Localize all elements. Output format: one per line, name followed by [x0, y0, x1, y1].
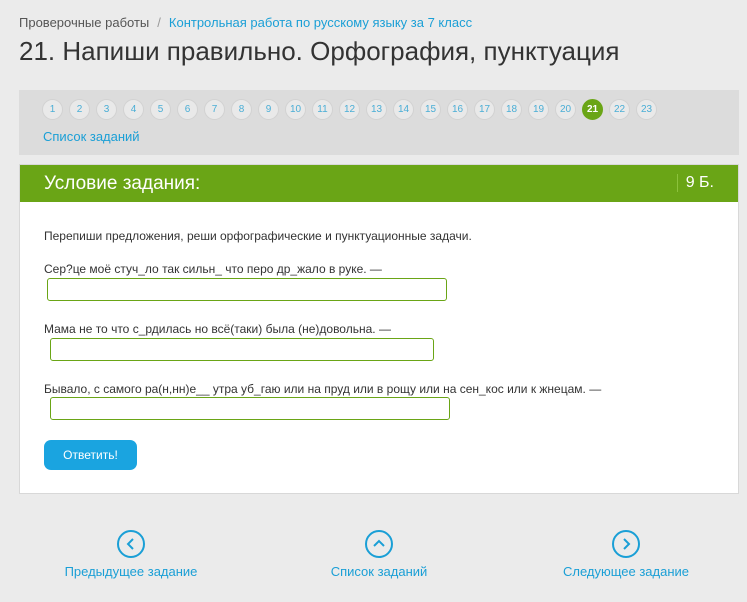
page-number-9[interactable]: 9: [258, 99, 279, 120]
page-number-10[interactable]: 10: [285, 99, 306, 120]
page-number-14[interactable]: 14: [393, 99, 414, 120]
page-number-11[interactable]: 11: [312, 99, 333, 120]
page-number-5[interactable]: 5: [150, 99, 171, 120]
page-number-list: 1 2 3 4 5 6 7 8 9 10 11 12 13 14 15 16 17 18 19 20 21 22 23: [42, 99, 663, 120]
previous-task-label: Предыдущее задание: [64, 564, 198, 579]
page-number-1[interactable]: 1: [42, 99, 63, 120]
chevron-right-icon: [612, 530, 640, 558]
page-title: 21. Напиши правильно. Орфография, пункту…: [19, 36, 620, 66]
page-number-7[interactable]: 7: [204, 99, 225, 120]
page-number-22[interactable]: 22: [609, 99, 630, 120]
submit-answer-button[interactable]: Ответить!: [44, 440, 137, 470]
breadcrumb-root[interactable]: Проверочные работы: [19, 15, 149, 30]
breadcrumb-separator: /: [157, 15, 161, 30]
page-number-3[interactable]: 3: [96, 99, 117, 120]
page-number-6[interactable]: 6: [177, 99, 198, 120]
task-points: 9 Б.: [676, 174, 714, 192]
task-list-button[interactable]: Список заданий: [325, 530, 433, 579]
answer-input-3[interactable]: [50, 397, 450, 420]
answer-input-1[interactable]: [47, 278, 447, 301]
page-number-15[interactable]: 15: [420, 99, 441, 120]
page-number-2[interactable]: 2: [69, 99, 90, 120]
next-task-button[interactable]: Следующее задание: [560, 530, 692, 579]
task-list-link[interactable]: Список заданий: [43, 129, 140, 144]
task-list-label: Список заданий: [330, 564, 428, 579]
chevron-up-icon: [365, 530, 393, 558]
next-task-label: Следующее задание: [562, 564, 690, 579]
question-2-text: Мама не то что с_рдилась но всё(таки) бы…: [44, 322, 391, 336]
page-number-16[interactable]: 16: [447, 99, 468, 120]
page-number-17[interactable]: 17: [474, 99, 495, 120]
page-number-19[interactable]: 19: [528, 99, 549, 120]
breadcrumb: Проверочные работы / Контрольная работа по…: [19, 15, 472, 30]
page-number-20[interactable]: 20: [555, 99, 576, 120]
question-3-text: Бывало, с самого ра(н,нн)е__ утра уб_гаю…: [44, 382, 602, 396]
breadcrumb-current[interactable]: Контрольная работа по русскому языку за …: [169, 15, 472, 30]
task-navigation-panel: 1 2 3 4 5 6 7 8 9 10 11 12 13 14 15 16 17 18 19 20 21 22 23 Сп…: [19, 90, 739, 155]
question-1-text: Сер?це моё стуч_ло так сильн_ что перо д…: [44, 262, 382, 276]
task-card-header: Условие задания: 9 Б.: [20, 165, 738, 202]
answer-input-2[interactable]: [50, 338, 434, 361]
page-number-13[interactable]: 13: [366, 99, 387, 120]
page-number-4[interactable]: 4: [123, 99, 144, 120]
previous-task-button[interactable]: Предыдущее задание: [60, 530, 202, 579]
page-number-8[interactable]: 8: [231, 99, 252, 120]
page-number-18[interactable]: 18: [501, 99, 522, 120]
page-number-23[interactable]: 23: [636, 99, 657, 120]
task-instruction: Перепиши предложения, реши орфографическ…: [44, 229, 472, 243]
page-number-12[interactable]: 12: [339, 99, 360, 120]
page-number-21[interactable]: 21: [582, 99, 603, 120]
chevron-left-icon: [117, 530, 145, 558]
task-card: Условие задания: 9 Б. Перепиши предложен…: [19, 164, 739, 494]
task-header-title: Условие задания:: [44, 173, 201, 194]
